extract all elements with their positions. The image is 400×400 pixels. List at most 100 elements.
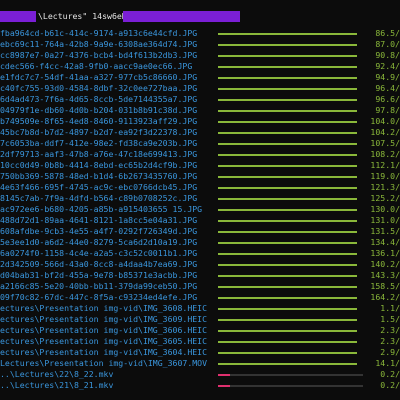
transfer-size: 134.4/	[370, 237, 400, 247]
file-name: 488d72d1-89aa-4641-8121-1a8cc5e04a31.JPG	[0, 215, 198, 225]
transfer-size: 0.2/	[380, 369, 400, 379]
redacted-block-right	[123, 11, 240, 22]
transfer-row: 2df79713-aaf3-47b8-a76e-47c18e699413.JPG…	[0, 149, 400, 160]
progress-bar	[218, 363, 358, 365]
transfer-size: 97.8/	[375, 105, 400, 115]
file-name: 2df79713-aaf3-47b8-a76e-47c18e699413.JPG	[0, 149, 198, 159]
progress-bar	[218, 110, 358, 112]
transfer-row: ectures\Presentation img-vid\IMG_3606.HE…	[0, 325, 400, 336]
file-name: cc8987e7-0a27-4376-bcb4-bd4f613b2db3.JPG	[0, 50, 198, 60]
progress-bar	[218, 242, 358, 244]
transfer-size: 90.8/	[375, 50, 400, 60]
file-name: 8145c7ab-7f9a-4dfd-b564-c89b0708252c.JPG	[0, 193, 198, 203]
progress-bar	[218, 55, 358, 57]
transfer-size: 143.3/	[370, 270, 400, 280]
transfer-row: e1fdc7c7-54df-41aa-a327-977cb5c86660.JPG…	[0, 72, 400, 83]
transfer-size: 2.9/	[380, 347, 400, 357]
transfer-size: 158.5/	[370, 281, 400, 291]
file-name: 608afdbe-9cb3-4e55-a4f7-0292f726349d.JPG	[0, 226, 198, 236]
file-name: 04979f1e-db60-4d0b-b204-031b8b91c38d.JPG	[0, 105, 198, 115]
file-name: ..\Lectures\21\8_21.mkv	[0, 380, 114, 390]
path-label: \Lectures" 14sw6eR	[38, 11, 127, 21]
transfer-size: 92.4/	[375, 61, 400, 71]
transfer-row: 10cc0d49-0b8b-4414-8ebd-ec65b2d4cf9b.JPG…	[0, 160, 400, 171]
transfer-row: ectures\Presentation img-vid\IMG_3605.HE…	[0, 336, 400, 347]
file-name: ectures\Presentation img-vid\IMG_3604.HE…	[0, 347, 208, 357]
file-name: ac972ee6-b680-4205-a85b-a915403655 15.JP…	[0, 204, 203, 214]
progress-bar	[218, 308, 358, 310]
transfer-row: 6d4ad473-7f6a-4d65-8ccb-5de7144355a7.JPG…	[0, 94, 400, 105]
transfer-row: 750bb369-5878-48ed-b1d4-6b2673435760.JPG…	[0, 171, 400, 182]
progress-bar	[218, 264, 358, 266]
transfer-list: fba964cd-b61c-414c-9174-a913c6e44cfd.JPG…	[0, 28, 400, 391]
file-name: 5e3ee1d0-a6d2-44e0-8279-5ca6d2d10a19.JPG	[0, 237, 198, 247]
transfer-size: 1.1/	[380, 303, 400, 313]
transfer-row: cdec566-f4cc-42a8-9fb0-aacc9ae0ec66.JPG 9…	[0, 61, 400, 72]
file-name: d04bab31-bf2d-455a-9e78-b85371e3acbb.JPG	[0, 270, 198, 280]
file-name: ectures\Presentation img-vid\IMG_3608.HE…	[0, 303, 208, 313]
transfer-row: d04bab31-bf2d-455a-9e78-b85371e3acbb.JPG…	[0, 270, 400, 281]
transfer-size: 104.0/	[370, 116, 400, 126]
progress-bar	[218, 176, 358, 178]
progress-bar	[218, 143, 358, 145]
transfer-size: 131.0/	[370, 215, 400, 225]
progress-bar	[218, 330, 358, 332]
progress-bar	[218, 121, 358, 123]
progress-bar	[218, 297, 358, 299]
progress-bar	[218, 220, 358, 222]
file-name: ..\Lectures\22\8_22.mkv	[0, 369, 114, 379]
transfer-row: ectures\Presentation img-vid\IMG_3609.HE…	[0, 314, 400, 325]
file-name: 09f70c82-67dc-447c-8f5a-c93234ed4efe.JPG	[0, 292, 198, 302]
transfer-size: 136.1/	[370, 248, 400, 258]
progress-bar	[218, 209, 358, 211]
file-name: b749509e-8f65-4ed8-8460-9113923aff29.JPG	[0, 116, 198, 126]
progress-bar	[218, 275, 358, 277]
transfer-size: 125.2/	[370, 193, 400, 203]
progress-bar	[218, 286, 358, 288]
file-name: 6a0274f0-1158-4c4e-a2a5-c3c52c0011b1.JPG	[0, 248, 198, 258]
file-name: 2d342509-566d-43a0-8cc8-a4daa4b7ea69.JPG	[0, 259, 198, 269]
progress-bar	[218, 187, 358, 189]
file-name: cdec566-f4cc-42a8-9fb0-aacc9ae0ec66.JPG	[0, 61, 193, 71]
transfer-row: 8145c7ab-7f9a-4dfd-b564-c89b0708252c.JPG…	[0, 193, 400, 204]
transfer-size: 131.5/	[370, 226, 400, 236]
transfer-size: 96.4/	[375, 83, 400, 93]
progress-bar	[218, 99, 358, 101]
transfer-row: cc8987e7-0a27-4376-bcb4-bd4f613b2db3.JPG…	[0, 50, 400, 61]
transfer-row: b749509e-8f65-4ed8-8460-9113923aff29.JPG…	[0, 116, 400, 127]
transfer-row: a2166c85-5e20-40bb-bb11-379da99ceb50.JPG…	[0, 281, 400, 292]
transfer-row: 7c6053ba-ddf7-412e-98e2-fd38ca9e203b.JPG…	[0, 138, 400, 149]
file-name: 750bb369-5878-48ed-b1d4-6b2673435760.JPG	[0, 171, 198, 181]
transfer-size: 121.3/	[370, 182, 400, 192]
transfer-size: 14.1/	[375, 358, 400, 368]
transfer-row: 2d342509-566d-43a0-8cc8-a4daa4b7ea69.JPG…	[0, 259, 400, 270]
transfer-size: 87.0/	[375, 39, 400, 49]
transfer-size: 130.0/	[370, 204, 400, 214]
transfer-size: 96.6/	[375, 94, 400, 104]
progress-bar	[218, 385, 230, 387]
transfer-size: 140.2/	[370, 259, 400, 269]
transfer-row: ..\Lectures\22\8_22.mkv 0.2/	[0, 369, 400, 380]
terminal-title-bar: \Lectures" 14sw6eR	[0, 11, 400, 23]
progress-bar	[218, 231, 358, 233]
progress-bar	[218, 319, 358, 321]
file-name: 6d4ad473-7f6a-4d65-8ccb-5de7144355a7.JPG	[0, 94, 198, 104]
transfer-size: 86.5/	[375, 28, 400, 38]
transfer-row: 6a0274f0-1158-4c4e-a2a5-c3c52c0011b1.JPG…	[0, 248, 400, 259]
transfer-row: 45bc7b8d-b7d2-4897-b2d7-ea92f3d22378.JPG…	[0, 127, 400, 138]
file-name: 4e63f466-695f-4745-ac9c-ebc0766dcb45.JPG	[0, 182, 198, 192]
transfer-row: ectures\Presentation img-vid\IMG_3608.HE…	[0, 303, 400, 314]
file-name: ebc69c11-764a-42b8-9a9e-6308ae364d74.JPG	[0, 39, 198, 49]
file-name: Lectures\Presentation img-vid\IMG_3607.M…	[0, 358, 208, 368]
redacted-block-left	[0, 11, 36, 22]
progress-bar	[218, 374, 230, 376]
transfer-size: 2.3/	[380, 336, 400, 346]
transfer-row: ..\Lectures\21\8_21.mkv 0.2/	[0, 380, 400, 391]
transfer-size: 1.5/	[380, 314, 400, 324]
transfer-size: 2.3/	[380, 325, 400, 335]
file-name: c40fc755-93d0-4584-8dbf-32c0ee727baa.JPG	[0, 83, 198, 93]
transfer-row: 488d72d1-89aa-4641-8121-1a8cc5e04a31.JPG…	[0, 215, 400, 226]
transfer-row: fba964cd-b61c-414c-9174-a913c6e44cfd.JPG…	[0, 28, 400, 39]
transfer-row: 5e3ee1d0-a6d2-44e0-8279-5ca6d2d10a19.JPG…	[0, 237, 400, 248]
progress-bar	[218, 132, 358, 134]
